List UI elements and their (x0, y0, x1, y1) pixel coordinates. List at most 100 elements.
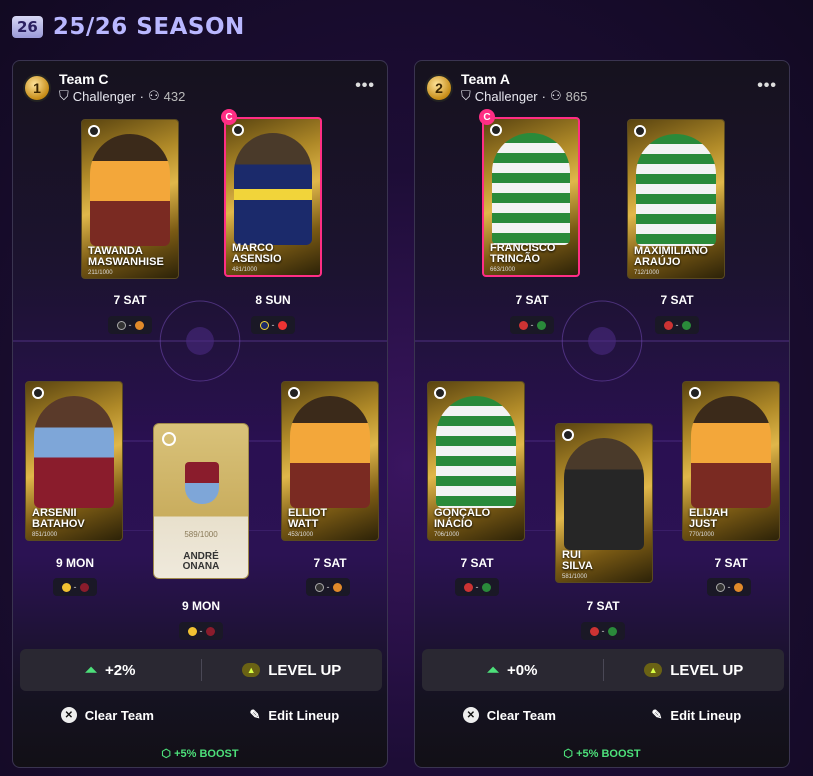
fixture-day: 7 SAT (313, 556, 347, 570)
player-serial: 770/1000 (689, 532, 715, 538)
away-club-icon (134, 320, 144, 330)
player-serial: 706/1000 (434, 532, 460, 538)
away-club-icon (481, 582, 491, 592)
player-card-placeholder[interactable]: 589/1000 ANDRÉ ONANA (153, 423, 249, 579)
more-options-button[interactable]: ••• (355, 77, 375, 95)
player-card[interactable]: TAWANDA MASWANHISE 211/1000 (81, 119, 179, 279)
player-name: MARCO ASENSIO (232, 242, 282, 265)
fixture-day: 8 SUN (255, 293, 291, 307)
chevrons-up-icon: ⏶ (85, 661, 98, 679)
player-card[interactable]: RUI SILVA 581/1000 (555, 423, 653, 583)
pencil-icon: ✎ (249, 707, 261, 722)
player-card[interactable]: FRANCISCO TRINCÃO 663/1000 (482, 117, 580, 277)
bonus-bar: ⏶ +2% ▲ LEVEL UP (20, 649, 382, 691)
away-club-icon (79, 582, 89, 592)
arrow-up-icon: ▲ (644, 663, 663, 677)
team-actions: ✕ Clear Team ✎ Edit Lineup (415, 707, 789, 723)
fixture-day: 7 SAT (515, 293, 549, 307)
fixture-pill: - (581, 622, 625, 640)
player-card[interactable]: ELLIOT WATT 453/1000 (281, 381, 379, 541)
member-count: 865 (565, 88, 588, 104)
level-up-button[interactable]: ▲ LEVEL UP (202, 662, 383, 679)
team-name[interactable]: Team A (461, 71, 587, 87)
clear-team-button[interactable]: ✕ Clear Team (60, 707, 154, 723)
team-card-team-c: 1 Team C ⛉ Challenger · ⚇ 432 ••• TAWAND… (12, 60, 388, 768)
position-icon (88, 125, 100, 137)
player-serial: 663/1000 (490, 267, 516, 273)
home-club-icon (518, 320, 528, 330)
home-club-icon (116, 320, 126, 330)
away-club-icon (681, 320, 691, 330)
player-card[interactable]: ARSENII BATAHOV 851/1000 (25, 381, 123, 541)
users-icon: ⚇ (147, 88, 160, 103)
player-card[interactable]: MAXIMILIANO ARAÚJO 712/1000 (627, 119, 725, 279)
player-photo (691, 396, 771, 508)
player-serial: 589/1000 (184, 530, 218, 539)
position-icon (689, 387, 701, 399)
fixture-pill: - (108, 316, 152, 334)
position-icon (490, 124, 502, 136)
player-serial: 453/1000 (288, 532, 314, 538)
fixture-day: 9 MON (181, 599, 220, 613)
position-icon (32, 387, 44, 399)
tier-label: Challenger (474, 88, 538, 104)
club-crest-icon (185, 462, 219, 504)
team-actions: ✕ Clear Team ✎ Edit Lineup (13, 707, 387, 723)
more-options-button[interactable]: ••• (757, 77, 777, 95)
member-count: 432 (163, 88, 186, 104)
edit-lineup-button[interactable]: ✎ Edit Lineup (250, 707, 340, 723)
player-photo (34, 396, 114, 508)
player-name: GONÇALO INÁCIO (434, 507, 491, 530)
fixture-pill: - (251, 316, 295, 334)
away-club-icon (536, 320, 546, 330)
edit-lineup-button[interactable]: ✎ Edit Lineup (652, 707, 742, 723)
player-name: TAWANDA MASWANHISE (88, 245, 164, 268)
player-serial: 851/1000 (32, 532, 58, 538)
player-serial: 712/1000 (634, 270, 660, 276)
fixture-pill: - (53, 578, 97, 596)
season-title: 25/26 SEASON (52, 14, 245, 40)
arrow-up-icon: ▲ (242, 663, 261, 677)
position-icon (288, 387, 300, 399)
home-club-icon (463, 582, 473, 592)
boost-label: ⬡ +5% BOOST (161, 748, 239, 760)
fixture-day: 7 SAT (660, 293, 694, 307)
close-icon: ✕ (462, 707, 479, 723)
home-club-icon (187, 626, 197, 636)
clear-team-button[interactable]: ✕ Clear Team (462, 707, 556, 723)
player-card[interactable]: GONÇALO INÁCIO 706/1000 (427, 381, 525, 541)
team-subtitle: ⛉ Challenger · ⚇ 432 (59, 88, 185, 104)
player-name: RUI SILVA (562, 549, 593, 572)
home-club-icon (715, 582, 725, 592)
player-card[interactable]: MARCO ASENSIO 481/1000 (224, 117, 322, 277)
home-club-icon (314, 582, 324, 592)
fixture-day: 7 SAT (460, 556, 494, 570)
player-serial: 581/1000 (562, 574, 588, 580)
team-card-team-a: 2 Team A ⛉ Challenger · ⚇ 865 ••• C FRAN… (414, 60, 790, 768)
team-header: 2 Team A ⛉ Challenger · ⚇ 865 (425, 71, 587, 104)
away-club-icon (332, 582, 342, 592)
season-badge: 26 (12, 16, 43, 38)
away-club-icon (205, 626, 215, 636)
separator: · (139, 88, 144, 104)
away-club-icon (277, 320, 287, 330)
bonus-bar: ⏶ +0% ▲ LEVEL UP (422, 649, 784, 691)
separator: · (541, 88, 546, 104)
position-icon (162, 432, 176, 446)
player-name: ELLIOT WATT (288, 507, 328, 530)
fixture-pill: - (510, 316, 554, 334)
player-card[interactable]: ELIJAH JUST 770/1000 (682, 381, 780, 541)
player-name: ANDRÉ ONANA (182, 551, 220, 572)
player-photo (636, 134, 716, 246)
player-photo (290, 396, 370, 508)
shield-icon: ⛉ (461, 88, 471, 103)
home-club-icon (589, 626, 599, 636)
fixture-day: 7 SAT (586, 599, 620, 613)
position-icon (634, 125, 646, 137)
team-header: 1 Team C ⛉ Challenger · ⚇ 432 (23, 71, 185, 104)
level-up-button[interactable]: ▲ LEVEL UP (604, 662, 785, 679)
team-name[interactable]: Team C (59, 71, 185, 87)
fixture-pill: - (707, 578, 751, 596)
position-icon (434, 387, 446, 399)
player-serial: 211/1000 (88, 270, 113, 276)
